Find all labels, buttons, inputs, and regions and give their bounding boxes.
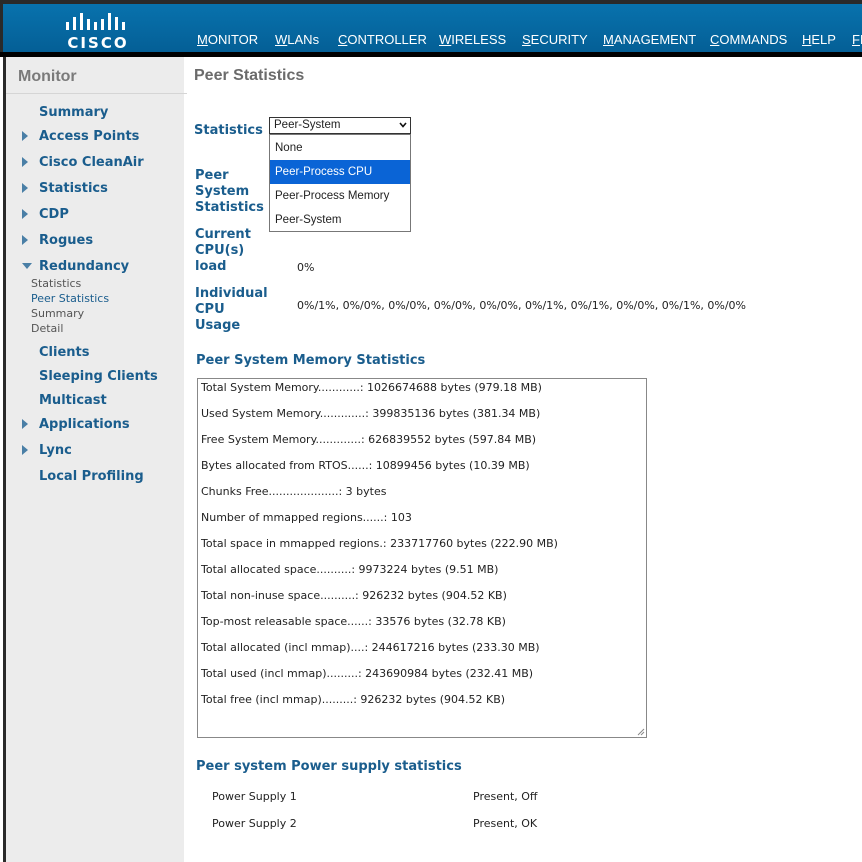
label-line: Peer <box>195 168 229 183</box>
expand-arrow-icon[interactable] <box>22 183 28 193</box>
nav-management[interactable]: MANAGEMENT <box>603 32 696 47</box>
nav-wireless[interactable]: WIRELESS <box>439 32 506 47</box>
individual-cpu-label: Individual CPU Usage <box>195 286 268 334</box>
label-line: Current <box>195 227 251 242</box>
label-line: load <box>195 259 227 274</box>
memory-line: Total System Memory............: 1026674… <box>201 381 542 394</box>
sidebar-item-clients[interactable]: Clients <box>39 345 89 360</box>
cisco-bars-icon <box>66 13 125 30</box>
sidebar-item-statistics[interactable]: Statistics <box>39 181 108 196</box>
memory-line: Used System Memory.............: 3998351… <box>201 407 541 420</box>
label-line: System <box>195 184 250 199</box>
sidebar-item-redundancy[interactable]: Redundancy <box>39 259 129 274</box>
chevron-down-icon <box>399 122 407 128</box>
memory-section-heading: Peer System Memory Statistics <box>196 353 426 368</box>
label-line: CPU(s) <box>195 243 245 258</box>
page-title: Peer Statistics <box>194 67 305 84</box>
sidebar-item-access-points[interactable]: Access Points <box>39 129 139 144</box>
sidebar-item-cisco-cleanair[interactable]: Cisco CleanAir <box>39 155 144 170</box>
sidebar-subitem-detail[interactable]: Detail <box>31 322 63 335</box>
nav-security[interactable]: SECURITY <box>522 32 588 47</box>
nav-feedback[interactable]: FE <box>852 32 862 47</box>
memory-line: Number of mmapped regions......: 103 <box>201 511 412 524</box>
sidebar-item-summary[interactable]: Summary <box>39 105 108 120</box>
memory-line: Total non-inuse space..........: 926232 … <box>201 589 507 602</box>
sidebar-item-rogues[interactable]: Rogues <box>39 233 93 248</box>
power-supply-status: Present, OK <box>473 817 538 830</box>
sidebar-item-cdp[interactable]: CDP <box>39 207 69 222</box>
power-supply-status: Present, Off <box>473 790 538 803</box>
memory-line: Bytes allocated from RTOS......: 1089945… <box>201 459 530 472</box>
label-line: Statistics <box>195 200 264 215</box>
resize-grip-icon[interactable] <box>637 728 645 736</box>
sidebar-item-sleeping-clients[interactable]: Sleeping Clients <box>39 369 158 384</box>
expand-arrow-icon[interactable] <box>22 445 28 455</box>
dropdown-option-peer-system[interactable]: Peer-System <box>270 208 410 232</box>
dropdown-option-peer-process-cpu[interactable]: Peer-Process CPU <box>270 160 410 184</box>
header-bar: CISCO MONITOR WLANs CONTROLLER WIRELESS … <box>0 4 862 52</box>
memory-line: Chunks Free....................: 3 bytes <box>201 485 387 498</box>
memory-stats-textarea[interactable]: Total System Memory............: 1026674… <box>197 378 647 738</box>
expand-arrow-icon[interactable] <box>22 157 28 167</box>
cisco-logo: CISCO <box>63 10 133 52</box>
power-supply-label: Power Supply 2 <box>212 817 297 830</box>
label-line: Individual <box>195 286 268 301</box>
sidebar-item-applications[interactable]: Applications <box>39 417 130 432</box>
sidebar-subitem-statistics[interactable]: Statistics <box>31 277 81 290</box>
statistics-dropdown-list: None Peer-Process CPU Peer-Process Memor… <box>269 134 411 232</box>
individual-cpu-value: 0%/1%, 0%/0%, 0%/0%, 0%/0%, 0%/0%, 0%/1%… <box>297 299 747 312</box>
sidebar-item-lync[interactable]: Lync <box>39 443 72 458</box>
memory-line: Total free (incl mmap).........: 926232 … <box>201 693 506 706</box>
nav-wlans[interactable]: WLANs <box>275 32 319 47</box>
expand-arrow-icon[interactable] <box>22 419 28 429</box>
memory-line: Total used (incl mmap).........: 2436909… <box>201 667 534 680</box>
sidebar-item-local-profiling[interactable]: Local Profiling <box>39 469 144 484</box>
dropdown-option-none[interactable]: None <box>270 136 410 160</box>
label-line: CPU <box>195 302 225 317</box>
select-value: Peer-System <box>274 119 341 131</box>
nav-monitor[interactable]: MONITOR <box>197 32 258 47</box>
sidebar-divider <box>6 93 187 94</box>
memory-line: Top-most releasable space......: 33576 b… <box>201 615 506 628</box>
current-cpu-value: 0% <box>297 261 315 274</box>
statistics-label: Statistics <box>194 123 263 138</box>
expand-arrow-icon[interactable] <box>22 131 28 141</box>
expand-arrow-icon[interactable] <box>22 235 28 245</box>
collapse-arrow-icon[interactable] <box>22 263 32 269</box>
memory-line: Total allocated (incl mmap)....: 2446172… <box>201 641 540 654</box>
memory-line: Total space in mmapped regions.: 2337177… <box>201 537 558 550</box>
power-section-heading: Peer system Power supply statistics <box>196 759 462 774</box>
memory-line: Total allocated space..........: 9973224… <box>201 563 499 576</box>
memory-line: Free System Memory.............: 6268395… <box>201 433 537 446</box>
nav-controller[interactable]: CONTROLLER <box>338 32 427 47</box>
sidebar-title: Monitor <box>18 68 77 85</box>
peer-system-statistics-label: Peer System Statistics <box>195 168 264 216</box>
current-cpu-label: Current CPU(s) load <box>195 227 251 275</box>
sidebar-subitem-summary[interactable]: Summary <box>31 307 84 320</box>
nav-commands[interactable]: COMMANDS <box>710 32 787 47</box>
logo-text: CISCO <box>67 34 129 52</box>
statistics-select[interactable]: Peer-System <box>269 117 411 134</box>
label-line: Usage <box>195 318 241 333</box>
power-supply-label: Power Supply 1 <box>212 790 297 803</box>
sidebar-subitem-peer-statistics[interactable]: Peer Statistics <box>31 292 109 305</box>
sidebar-item-multicast[interactable]: Multicast <box>39 393 107 408</box>
dropdown-option-peer-process-memory[interactable]: Peer-Process Memory <box>270 184 410 208</box>
expand-arrow-icon[interactable] <box>22 209 28 219</box>
nav-help[interactable]: HELP <box>802 32 836 47</box>
sidebar: Monitor Summary Access Points Cisco Clea… <box>3 57 187 862</box>
